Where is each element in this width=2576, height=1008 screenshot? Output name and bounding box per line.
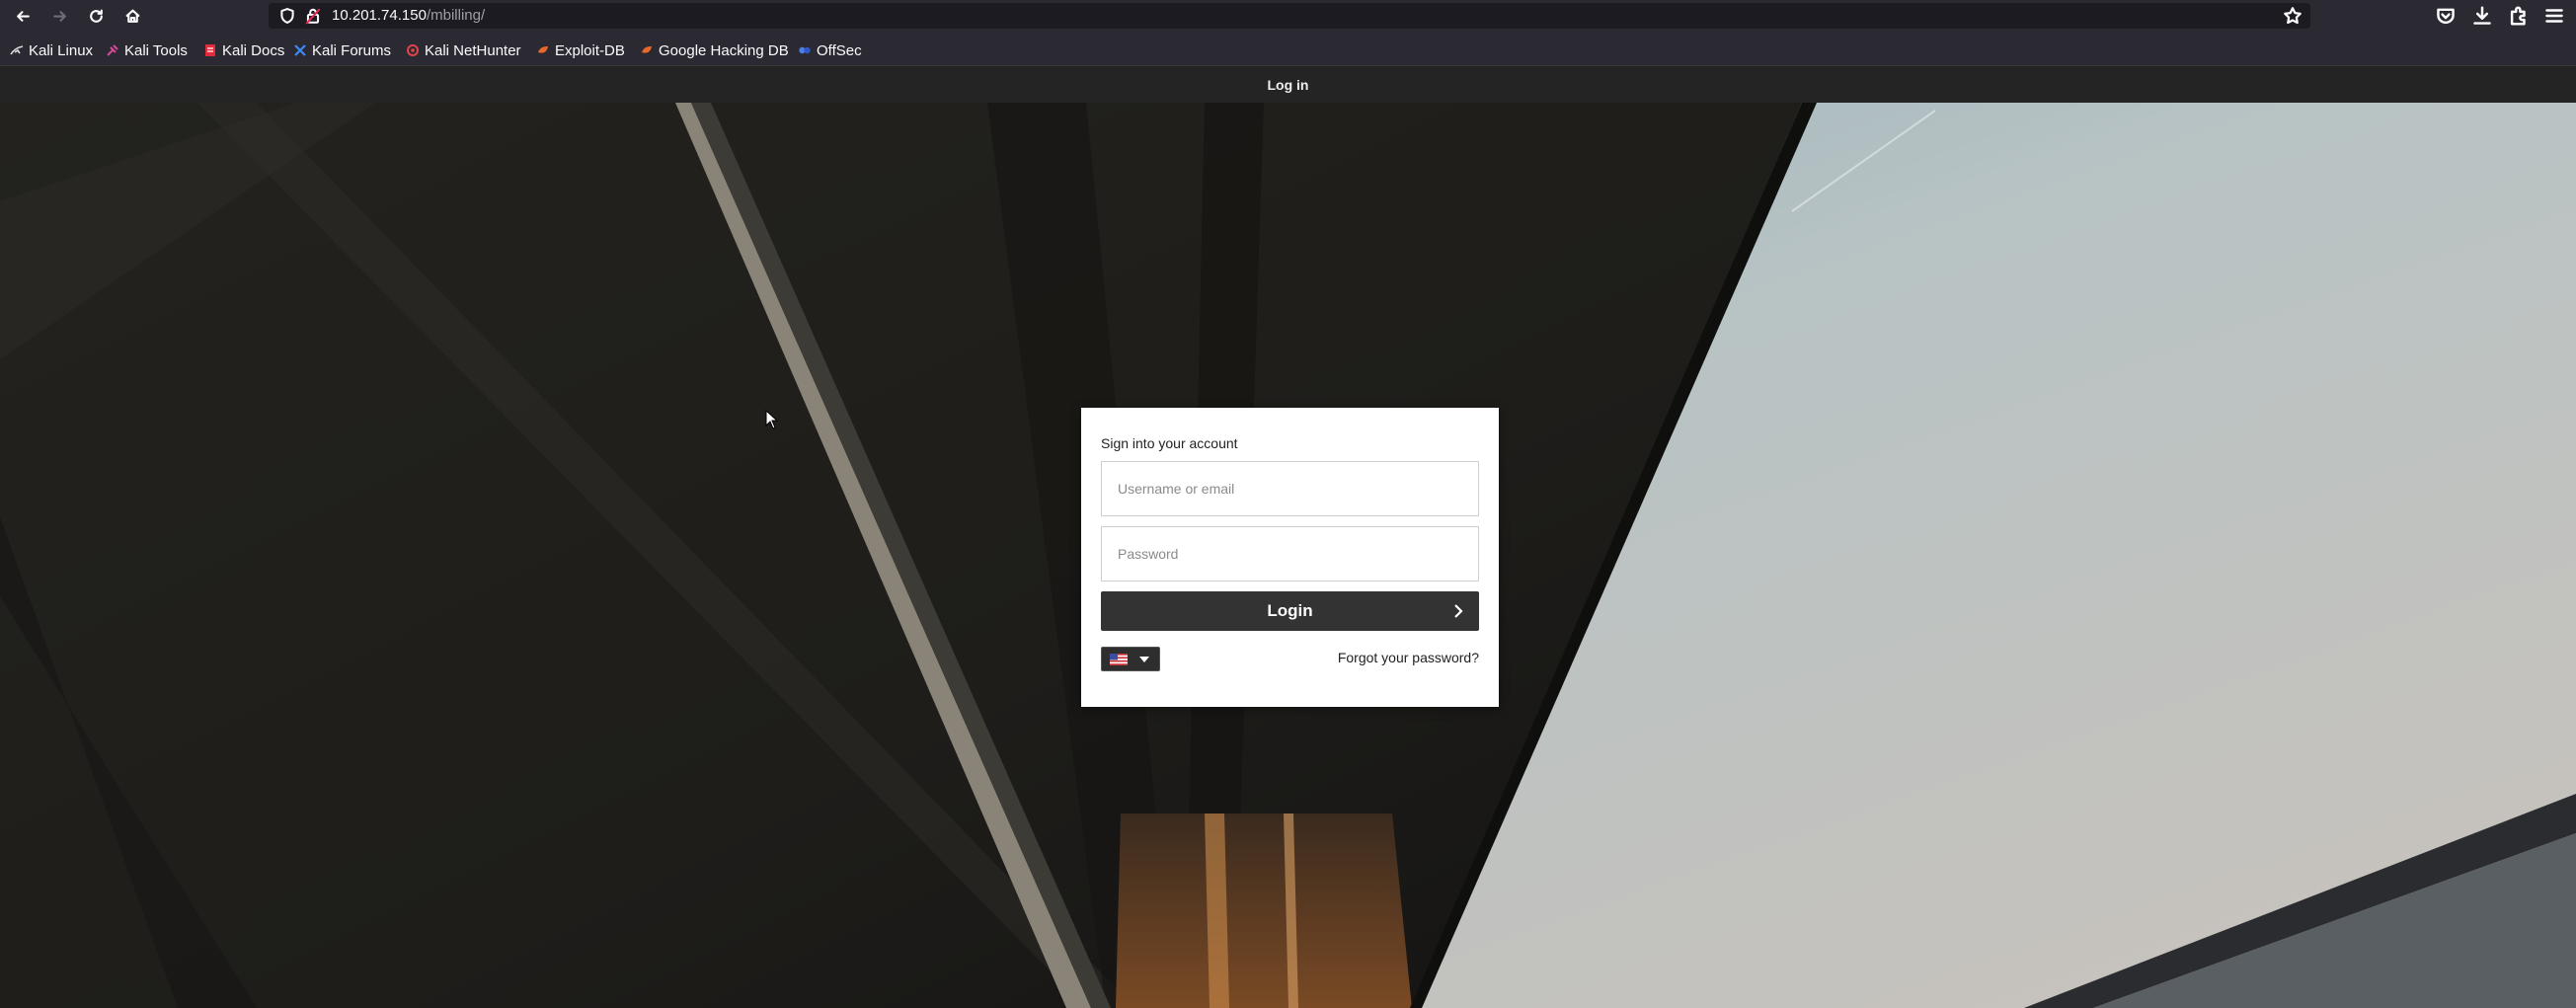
home-button[interactable]: [119, 3, 145, 29]
bookmark-star-icon[interactable]: [2283, 6, 2303, 26]
browser-chrome: 10.201.74.150/mbilling/ Kali Linux Kali …: [0, 0, 2576, 65]
ghdb-icon: [642, 46, 652, 53]
login-card: Sign into your account Login Forgot your…: [1081, 408, 1499, 707]
exploit-db-icon: [538, 46, 548, 53]
insecure-lock-icon[interactable]: [304, 7, 322, 25]
forgot-password-link[interactable]: Forgot your password?: [1338, 650, 1479, 665]
bookmark-kali-docs[interactable]: Kali Docs: [203, 39, 284, 61]
bookmark-label: OffSec: [817, 41, 862, 59]
mouse-cursor-icon: [765, 410, 779, 429]
password-field[interactable]: [1101, 526, 1479, 582]
menu-hamburger-icon[interactable]: [2543, 5, 2565, 27]
forward-button[interactable]: [46, 3, 72, 29]
url-host: 10.201.74.150: [332, 7, 427, 24]
bookmark-label: Google Hacking DB: [659, 41, 789, 59]
language-select[interactable]: [1101, 647, 1160, 671]
home-icon: [125, 9, 139, 23]
reload-icon: [89, 9, 103, 23]
url-bar[interactable]: 10.201.74.150/mbilling/: [269, 3, 2310, 29]
reload-button[interactable]: [83, 3, 109, 29]
back-button[interactable]: [10, 3, 36, 29]
login-button[interactable]: Login: [1101, 591, 1479, 631]
bookmark-label: Kali Linux: [29, 41, 94, 59]
us-flag-icon: [1110, 653, 1128, 665]
caret-down-icon: [1139, 656, 1149, 662]
kali-forums-icon: [294, 44, 306, 56]
kali-tools-icon: [107, 44, 118, 56]
login-heading: Sign into your account: [1101, 435, 1238, 451]
url-text[interactable]: 10.201.74.150/mbilling/: [332, 7, 485, 24]
page-header-bar: Log in: [0, 65, 2576, 103]
bookmark-offsec[interactable]: OffSec: [798, 39, 862, 61]
url-path: /mbilling/: [426, 7, 486, 24]
kali-dragon-icon: [10, 45, 24, 55]
tracking-protection-shield-icon[interactable]: [278, 7, 296, 25]
bookmark-kali-forums[interactable]: Kali Forums: [293, 39, 391, 61]
offsec-icon: [799, 46, 811, 54]
page-title: Log in: [1267, 76, 1309, 93]
bookmark-exploit-db[interactable]: Exploit-DB: [536, 39, 625, 61]
chevron-right-icon: [1451, 603, 1465, 619]
bookmark-kali-linux[interactable]: Kali Linux: [10, 39, 93, 61]
bookmarks-toolbar: Kali Linux Kali Tools Kali Docs Kali For…: [0, 36, 2576, 65]
nethunter-icon: [407, 44, 419, 56]
bookmark-label: Kali Tools: [124, 41, 188, 59]
navigation-toolbar: 10.201.74.150/mbilling/: [0, 0, 2576, 32]
bookmark-kali-tools[interactable]: Kali Tools: [106, 39, 188, 61]
username-field[interactable]: [1101, 461, 1479, 516]
bookmark-google-hacking-db[interactable]: Google Hacking DB: [640, 39, 789, 61]
kali-docs-icon: [205, 44, 215, 56]
bookmark-label: Kali Forums: [312, 41, 392, 59]
bookmark-label: Exploit-DB: [555, 41, 625, 59]
back-arrow-icon: [16, 10, 30, 22]
login-button-label: Login: [1267, 601, 1313, 620]
bookmark-kali-nethunter[interactable]: Kali NetHunter: [406, 39, 521, 61]
bookmark-label: Kali Docs: [222, 41, 285, 59]
downloads-icon[interactable]: [2471, 5, 2493, 27]
bookmark-label: Kali NetHunter: [425, 41, 521, 59]
pocket-icon[interactable]: [2435, 5, 2457, 27]
extensions-icon[interactable]: [2508, 5, 2530, 27]
forward-arrow-icon: [52, 10, 66, 22]
